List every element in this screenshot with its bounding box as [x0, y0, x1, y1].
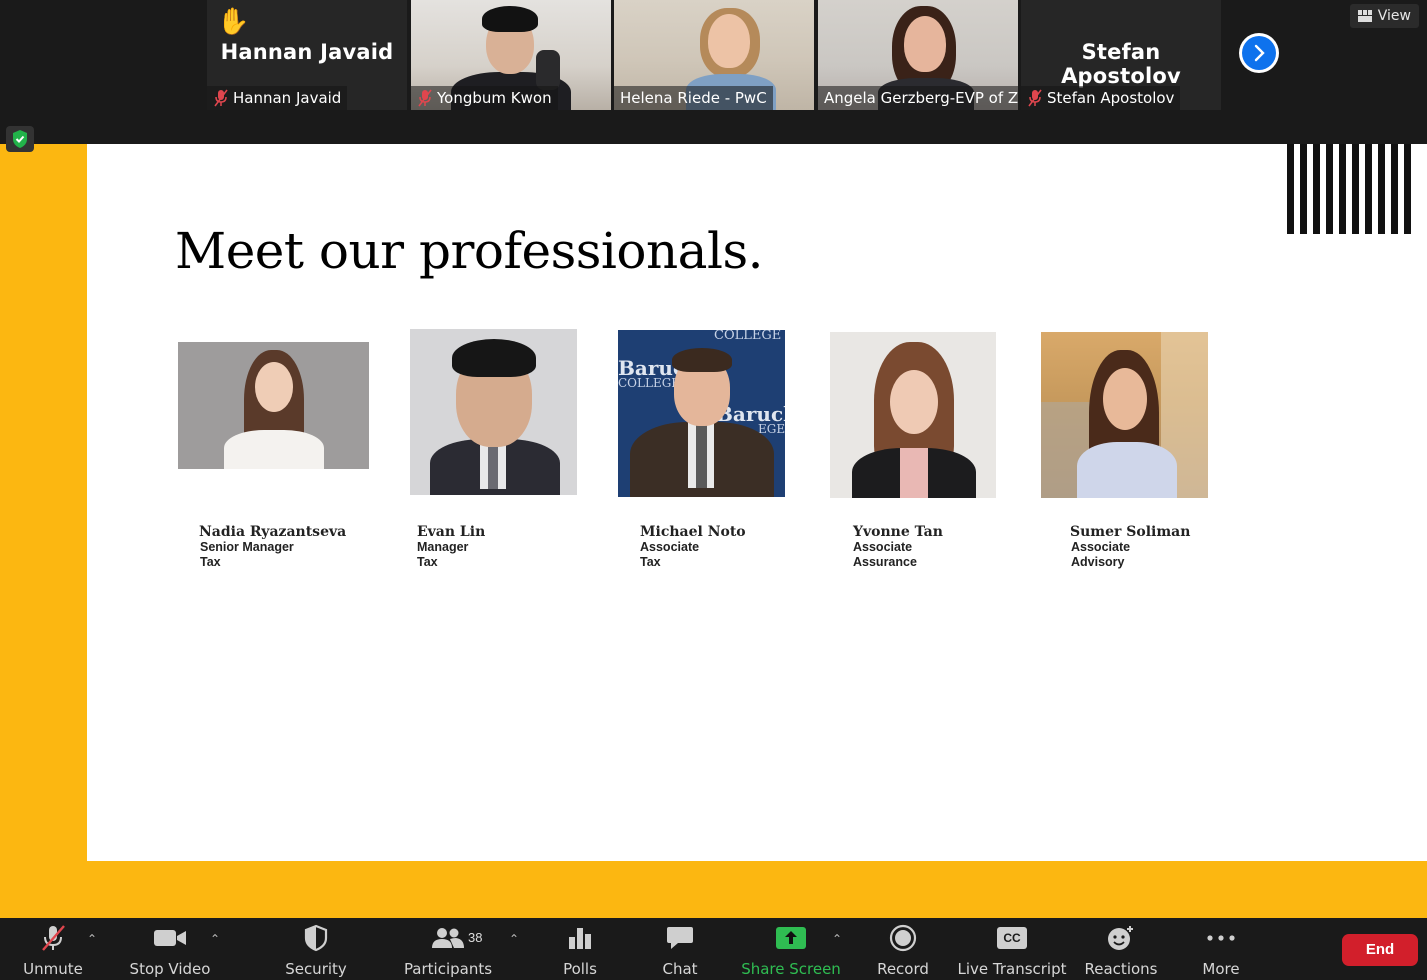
zoom-meeting-window: ✋ Hannan Javaid Hannan Javaid Yongbum Kw…	[0, 0, 1427, 980]
next-page-button[interactable]	[1239, 33, 1279, 73]
emoji-plus-icon	[1106, 918, 1136, 958]
photo-backdrop-text: COLLEGE	[714, 330, 782, 343]
professional-dept: Tax	[417, 555, 438, 569]
end-meeting-button[interactable]: End	[1342, 934, 1418, 966]
professional-name: Yvonne Tan	[853, 524, 943, 540]
participant-name: Stefan Apostolov	[1047, 89, 1175, 107]
participant-tile-helena[interactable]: Helena Riede - PwC	[614, 0, 814, 110]
professional-dept: Assurance	[853, 555, 917, 569]
unmute-label: Unmute	[23, 960, 83, 978]
more-button[interactable]: More	[1193, 918, 1249, 980]
participant-display-name: Stefan Apostolov	[1061, 40, 1181, 88]
grid-view-icon	[1357, 10, 1372, 22]
participant-label: Yongbum Kwon	[411, 86, 558, 110]
photo-backdrop-text: COLLEGE	[618, 376, 681, 390]
professional-dept: Advisory	[1071, 555, 1125, 569]
reactions-button[interactable]: Reactions	[1084, 918, 1158, 980]
polls-button[interactable]: Polls	[554, 918, 606, 980]
professional-name: Michael Noto	[640, 524, 746, 540]
mic-muted-icon	[1028, 89, 1042, 107]
video-camera-icon	[153, 918, 187, 958]
unmute-button[interactable]: Unmute	[18, 918, 88, 980]
chat-label: Chat	[662, 960, 698, 978]
presentation-slide: Meet our professionals. Nadia Ryazantsev…	[87, 144, 1427, 861]
chat-button[interactable]: Chat	[654, 918, 706, 980]
professional-photo	[410, 329, 577, 495]
participant-display-name: Hannan Javaid	[220, 40, 394, 64]
bar-chart-icon	[567, 918, 593, 958]
professional-role: Associate	[1071, 540, 1131, 554]
professional-photo	[830, 332, 996, 498]
participant-name: Helena Riede - PwC	[620, 89, 767, 107]
mic-muted-icon	[418, 89, 432, 107]
share-options-caret[interactable]: ⌃	[832, 932, 842, 946]
share-screen-button[interactable]: Share Screen	[741, 918, 841, 980]
reactions-label: Reactions	[1084, 960, 1158, 978]
participant-label: Helena Riede - PwC	[614, 86, 773, 110]
professional-role: Manager	[417, 540, 469, 554]
participants-button[interactable]: Participants	[403, 918, 493, 980]
live-transcript-button[interactable]: CC Live Transcript	[957, 918, 1067, 980]
participant-name: Yongbum Kwon	[437, 89, 552, 107]
professional-photo	[178, 342, 369, 469]
audio-options-caret[interactable]: ⌃	[87, 932, 97, 946]
participant-count-badge: 38	[468, 930, 483, 945]
participant-tile-angela[interactable]: Angela Gerzberg-EVP of Z...	[818, 0, 1018, 110]
shared-screen: Meet our professionals. Nadia Ryazantsev…	[0, 144, 1427, 918]
participant-label: Stefan Apostolov	[1021, 86, 1181, 110]
stop-video-label: Stop Video	[129, 960, 211, 978]
encryption-shield-icon[interactable]	[6, 126, 34, 152]
participant-name: Angela Gerzberg-EVP of Z...	[824, 89, 1018, 107]
mic-muted-icon	[214, 89, 228, 107]
live-transcript-label: Live Transcript	[957, 960, 1067, 978]
more-label: More	[1202, 960, 1240, 978]
security-label: Security	[285, 960, 347, 978]
professional-photo	[1041, 332, 1208, 498]
record-icon	[889, 918, 917, 958]
professional-dept: Tax	[640, 555, 661, 569]
chat-bubble-icon	[666, 918, 694, 958]
chevron-right-icon	[1242, 36, 1276, 70]
participants-label: Participants	[403, 960, 493, 978]
participant-tile-yongbum[interactable]: Yongbum Kwon	[411, 0, 611, 110]
professional-name: Sumer Soliman	[1070, 524, 1191, 540]
decorative-barcode	[1287, 144, 1427, 234]
professional-role: Associate	[853, 540, 913, 554]
participants-options-caret[interactable]: ⌃	[509, 932, 519, 946]
share-screen-label: Share Screen	[741, 960, 841, 978]
video-options-caret[interactable]: ⌃	[210, 932, 220, 946]
record-button[interactable]: Record	[872, 918, 934, 980]
participant-name: Hannan Javaid	[233, 89, 342, 107]
polls-label: Polls	[563, 960, 597, 978]
professional-name: Evan Lin	[417, 524, 486, 540]
participant-strip: ✋ Hannan Javaid Hannan Javaid Yongbum Kw…	[0, 0, 1427, 144]
raised-hand-icon: ✋	[217, 6, 250, 36]
share-screen-icon	[776, 918, 806, 958]
participant-tile-hannan[interactable]: ✋ Hannan Javaid Hannan Javaid	[207, 0, 407, 110]
security-button[interactable]: Security	[281, 918, 351, 980]
professional-photo: COLLEGE Baruch COLLEGE Baruch EGE	[618, 330, 785, 497]
professional-name: Nadia Ryazantseva	[199, 524, 347, 540]
participant-tile-stefan[interactable]: Stefan Apostolov Stefan Apostolov	[1021, 0, 1221, 110]
record-label: Record	[877, 960, 929, 978]
meeting-toolbar: Unmute ⌃ Stop Video ⌃ Security Participa…	[0, 918, 1427, 980]
professional-role: Senior Manager	[200, 540, 294, 554]
mic-muted-icon	[38, 918, 68, 958]
slide-title: Meet our professionals.	[175, 222, 764, 280]
view-button[interactable]: View	[1349, 4, 1419, 28]
participants-icon	[431, 918, 465, 958]
stop-video-button[interactable]: Stop Video	[128, 918, 212, 980]
participant-label: Hannan Javaid	[207, 86, 348, 110]
more-dots-icon	[1206, 918, 1236, 958]
view-button-label: View	[1377, 8, 1411, 24]
professional-role: Associate	[640, 540, 700, 554]
shield-icon	[303, 918, 329, 958]
participant-label: Angela Gerzberg-EVP of Z...	[818, 86, 1018, 110]
closed-captions-icon: CC	[997, 918, 1027, 958]
professional-dept: Tax	[200, 555, 221, 569]
